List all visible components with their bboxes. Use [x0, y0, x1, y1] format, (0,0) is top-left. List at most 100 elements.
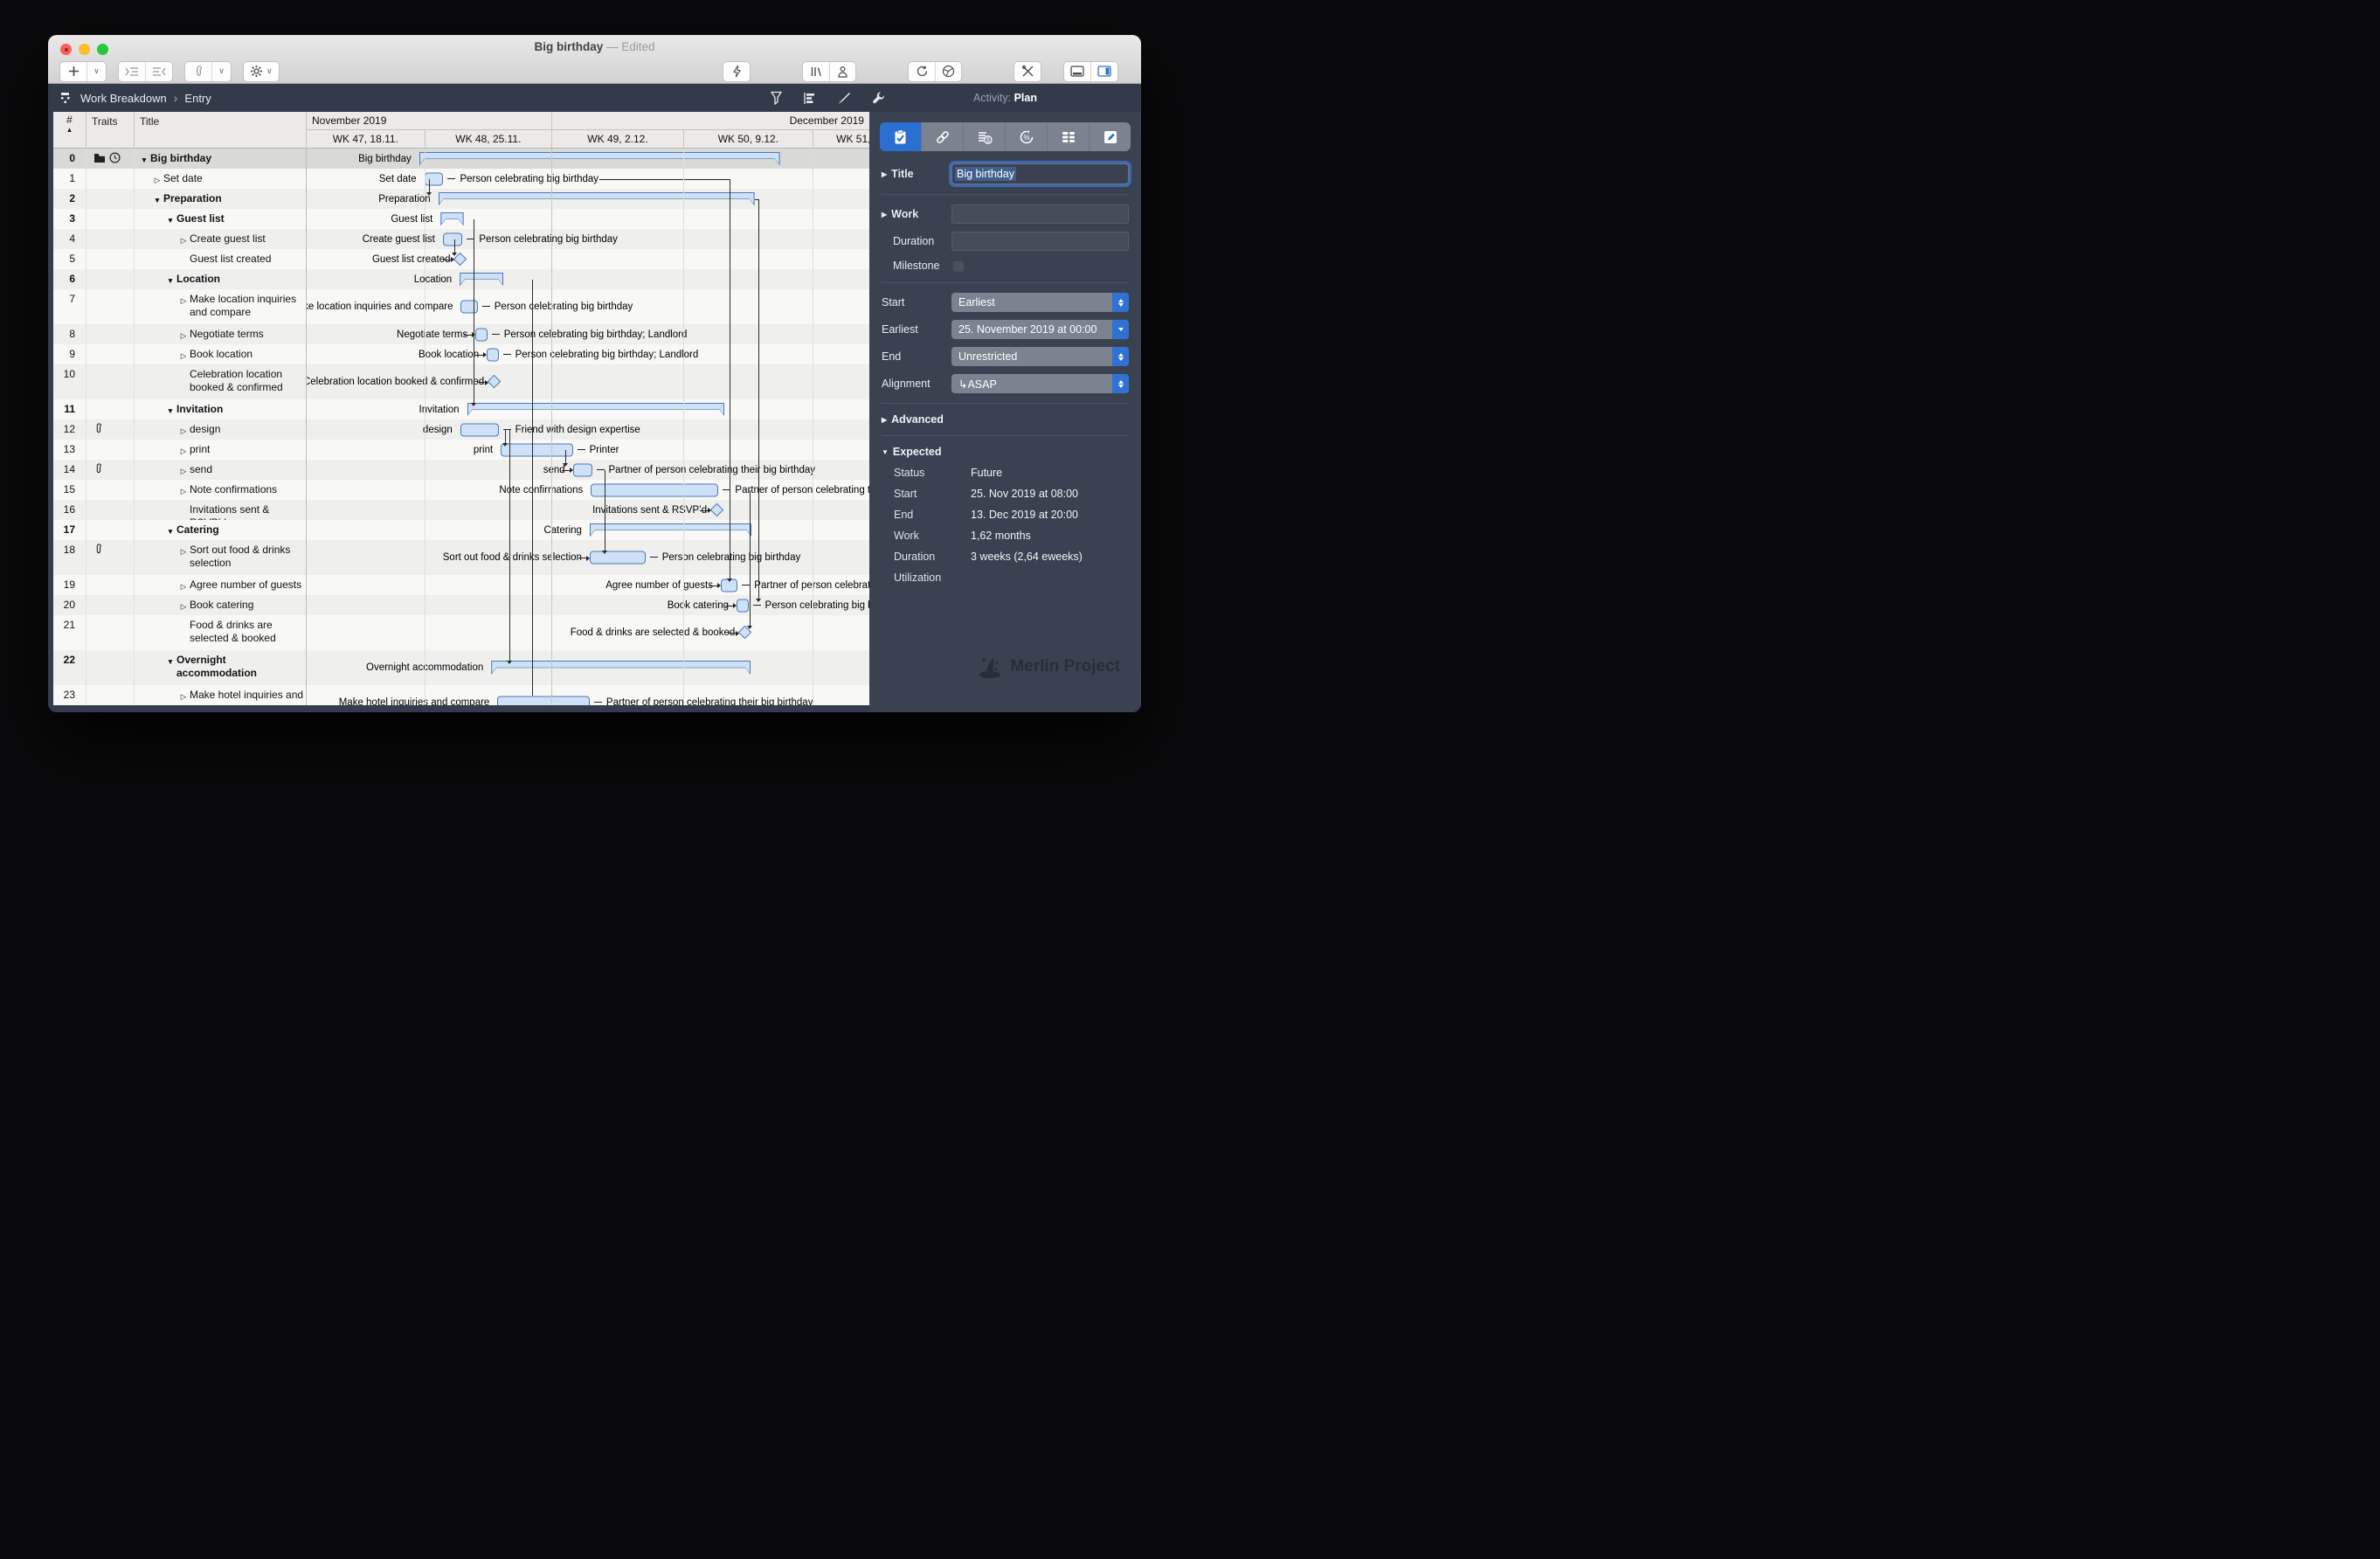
table-row[interactable]: 12 ▷ design design Friend with design expert… [53, 419, 869, 440]
stepper-icon[interactable] [1112, 347, 1129, 366]
expected-section[interactable]: ▼ Expected [882, 446, 1129, 458]
expand-triangle-icon[interactable]: ▷ [177, 443, 190, 460]
title-label[interactable]: ▶ Title [882, 168, 951, 180]
disclosure-icon[interactable]: ▶ [882, 211, 887, 218]
gantt-bar-task[interactable] [487, 348, 499, 361]
gantt-bar-summary[interactable] [439, 192, 755, 206]
work-label[interactable]: ▶ Work [882, 208, 951, 220]
column-header-traits[interactable]: Traits [86, 112, 135, 148]
earliest-date-field[interactable]: 25. November 2019 at 00:00 [951, 320, 1129, 339]
table-row[interactable]: 20 ▷ Book catering Book catering Person cele… [53, 595, 869, 615]
breadcrumb[interactable]: Work Breakdown › Entry [48, 91, 211, 105]
gantt-bar-task[interactable] [475, 328, 488, 341]
timeline-header[interactable]: November 2019 December 2019 WK 47, 18.11.… [307, 112, 869, 148]
table-row[interactable]: 3 ▼ Guest list Guest list [53, 209, 869, 229]
disclosure-icon[interactable]: ▶ [882, 416, 887, 424]
collapse-triangle-icon[interactable]: ▼ [164, 523, 176, 540]
gantt-bar-summary[interactable] [419, 152, 780, 166]
expand-triangle-icon[interactable]: ▷ [177, 579, 190, 595]
stepper-icon[interactable] [1112, 374, 1129, 393]
table-row[interactable]: 1 ▷ Set date Set date Person celebrating big… [53, 169, 869, 189]
gantt-bar-task[interactable] [424, 172, 444, 185]
table-row[interactable]: 13 ▷ print print Printer [53, 440, 869, 460]
resources-button[interactable] [829, 61, 855, 81]
table-row[interactable]: 6 ▼ Location Location [53, 269, 869, 289]
expand-triangle-icon[interactable]: ▷ [177, 328, 190, 344]
expand-triangle-icon[interactable]: ▷ [177, 293, 190, 324]
network-button[interactable] [935, 61, 961, 81]
collapse-triangle-icon[interactable]: ▼ [138, 152, 150, 169]
gantt-bar-summary[interactable] [440, 212, 463, 226]
gantt-bar-task[interactable] [720, 579, 738, 592]
table-row[interactable]: 2 ▼ Preparation Preparation [53, 189, 869, 209]
attach-chevron-icon[interactable]: ∨ [211, 61, 231, 81]
table-row[interactable]: 10 Celebration location booked & confirme… [53, 364, 869, 399]
gantt-bar-summary[interactable] [491, 661, 751, 675]
close-button[interactable] [60, 44, 72, 55]
collapse-triangle-icon[interactable]: ▼ [151, 192, 163, 209]
duration-input[interactable] [951, 232, 1129, 251]
gantt-bar-task[interactable] [737, 599, 749, 612]
tools-button[interactable] [1014, 62, 1041, 81]
expand-triangle-icon[interactable]: ▷ [177, 689, 190, 705]
table-row[interactable]: 19 ▷ Agree number of guests Agree number of… [53, 575, 869, 595]
expand-triangle-icon[interactable]: ▷ [177, 544, 190, 575]
alignment-popup[interactable]: ↳ASAP [951, 374, 1129, 393]
outdent-button[interactable] [145, 61, 172, 81]
work-input[interactable] [951, 204, 1129, 224]
filter-icon[interactable] [771, 91, 782, 105]
breadcrumb-root[interactable]: Work Breakdown [80, 92, 167, 105]
gantt-bar-summary[interactable] [460, 273, 503, 287]
gantt-bar-task[interactable] [572, 463, 592, 476]
disclosure-icon[interactable]: ▼ [882, 448, 889, 456]
add-button[interactable] [60, 62, 86, 81]
column-header-number[interactable]: # ▲ [53, 112, 86, 148]
breadcrumb-current[interactable]: Entry [184, 92, 211, 105]
style-brush-icon[interactable] [837, 91, 851, 105]
gantt-milestone-diamond[interactable] [738, 625, 752, 640]
tab-progress[interactable]: % [1005, 122, 1047, 151]
tab-custom-fields[interactable] [1047, 122, 1089, 151]
table-row[interactable]: 22 ▼ Overnight accommodation Overnight acco… [53, 650, 869, 685]
table-row[interactable]: 0 ▼ Big birthday Big birthday [53, 149, 869, 169]
table-row[interactable]: 7▷Make location inquiries and compareMak… [53, 289, 869, 324]
tab-plan-info[interactable] [880, 122, 921, 151]
tab-links[interactable] [921, 122, 963, 151]
collapse-triangle-icon[interactable]: ▼ [164, 654, 176, 685]
expand-triangle-icon[interactable]: ▷ [177, 599, 190, 615]
gantt-milestone-diamond[interactable] [709, 502, 724, 516]
collapse-triangle-icon[interactable]: ▼ [164, 273, 176, 289]
table-row[interactable]: 8 ▷ Negotiate terms Negotiate terms Person c… [53, 324, 869, 344]
minimize-button[interactable] [79, 44, 90, 55]
zoom-button[interactable] [97, 44, 108, 55]
actions-lightning-button[interactable] [723, 62, 750, 81]
tab-finances[interactable]: $ [963, 122, 1005, 151]
indent-button[interactable] [119, 62, 145, 81]
table-row[interactable]: 15 ▷ Note confirmations Note confirmations P… [53, 480, 869, 500]
start-popup[interactable]: Earliest [951, 293, 1129, 312]
toggle-inspector-button[interactable] [1090, 61, 1117, 81]
gantt-milestone-diamond[interactable] [453, 252, 467, 266]
expand-triangle-icon[interactable]: ▷ [151, 172, 163, 189]
column-header-title[interactable]: Title [135, 112, 307, 148]
expand-triangle-icon[interactable]: ▷ [177, 348, 190, 364]
add-chevron-icon[interactable]: ∨ [86, 61, 106, 81]
stepper-icon[interactable] [1112, 293, 1129, 312]
expand-triangle-icon[interactable]: ▷ [177, 232, 190, 249]
gantt-bar-task[interactable] [460, 300, 478, 314]
title-input[interactable]: Big birthday [951, 163, 1129, 184]
disclosure-icon[interactable]: ▶ [882, 170, 887, 178]
table-row[interactable]: 16 Invitations sent & RSVP’d Invitations s… [53, 500, 869, 529]
settings-button[interactable]: ∨ [244, 62, 279, 81]
gantt-bar-summary[interactable] [590, 523, 751, 537]
table-row[interactable]: 4 ▷ Create guest list Create guest list Pers… [53, 229, 869, 249]
expand-triangle-icon[interactable]: ▷ [177, 463, 190, 480]
table-row[interactable]: 14 ▷ send send Partner of person celebrating… [53, 460, 869, 480]
gantt-bar-task[interactable] [589, 551, 646, 565]
gantt-milestone-diamond[interactable] [487, 374, 502, 389]
table-row[interactable]: 21 Food & drinks are selected & booked Foo… [53, 615, 869, 650]
gantt-bar-summary[interactable] [467, 403, 725, 417]
attach-button[interactable] [185, 62, 211, 81]
expand-triangle-icon[interactable]: ▷ [177, 483, 190, 500]
gantt-bar-task[interactable] [501, 443, 573, 456]
